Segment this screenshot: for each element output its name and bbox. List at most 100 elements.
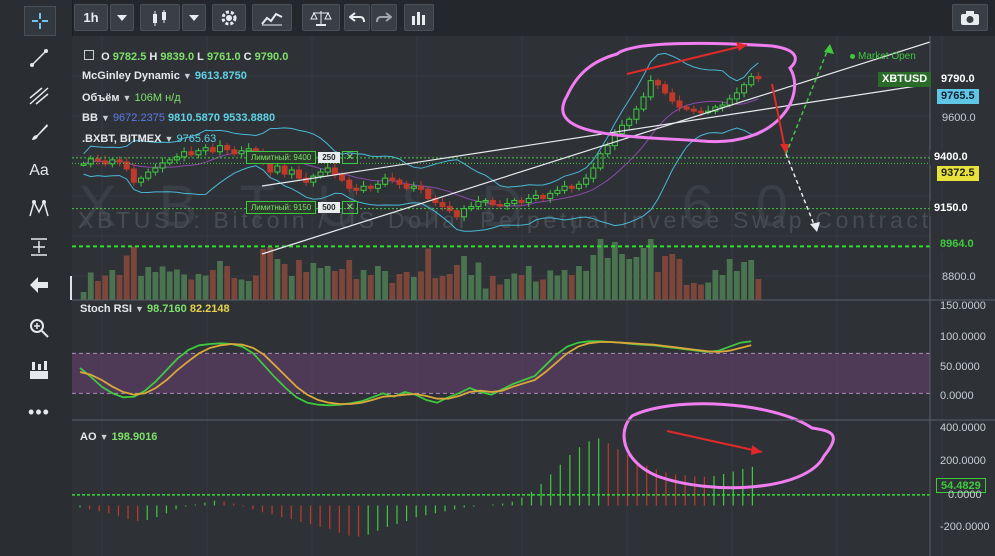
undo-button[interactable] (344, 4, 370, 31)
mcginley-legend[interactable]: McGinley Dynamic ▼ 9613.8750 (82, 70, 247, 82)
candle-body (489, 199, 496, 206)
market-status: Market Open (850, 51, 916, 62)
candle-body (152, 167, 159, 173)
interval-button[interactable]: 1h (74, 4, 108, 31)
order-cancel-1-icon[interactable]: ✕ (341, 150, 358, 164)
candle-body (130, 168, 137, 183)
volume-bar (152, 272, 159, 300)
ao-tick: 400.0000 (940, 422, 986, 434)
volume-bar (511, 273, 518, 300)
volume-bar (712, 270, 719, 300)
order-cancel-2-icon[interactable]: ✕ (341, 200, 358, 214)
stoch-legend[interactable]: Stoch RSI ▼ 98.7160 82.2148 (80, 303, 230, 315)
chart-type-dropdown[interactable] (182, 4, 206, 31)
brush-tool[interactable] (24, 118, 54, 146)
bxbt-legend[interactable]: .BXBT, BITMEX ▼ 9765.63 (82, 133, 216, 145)
volume-legend[interactable]: Объём ▼ 106M н/д (82, 92, 181, 104)
candle-body (590, 167, 597, 179)
volume-bar (274, 259, 281, 300)
candle-body (145, 171, 152, 179)
candle-body (231, 149, 238, 155)
candle-body (382, 177, 389, 185)
redo-icon (376, 11, 392, 22)
volume-bar (676, 259, 683, 300)
volume-bar (396, 274, 403, 300)
candle-body (425, 188, 432, 199)
ao-legend[interactable]: AO ▼ 198.9016 (80, 431, 157, 443)
price-tick: 9600.0 (942, 112, 976, 124)
volume-bar (454, 265, 460, 300)
top-toolbar: 1h (0, 0, 995, 37)
text-tool[interactable]: Aa (24, 157, 54, 185)
candle-body (138, 177, 145, 183)
pitchfork-tool[interactable] (24, 82, 54, 110)
volume-bar (130, 246, 137, 300)
volume-bar (109, 270, 116, 300)
bxbt-price-label: 9765.5 (937, 89, 979, 104)
volume-bar (633, 257, 640, 300)
ruler-tool[interactable] (24, 356, 54, 384)
volume-bar (217, 261, 223, 300)
volume-bar (561, 270, 568, 300)
volume-bar (554, 275, 561, 300)
back-tool[interactable] (24, 271, 54, 299)
measure-tool[interactable] (24, 233, 54, 261)
volume-bar (655, 272, 661, 300)
order-widget-1[interactable]: Лимитный: 9400 250 ✕ (246, 149, 358, 165)
candle-body (726, 98, 733, 106)
chevron-down-icon (117, 14, 127, 21)
interval-label: 1h (83, 10, 99, 25)
candle-body (80, 163, 87, 166)
candle-body (511, 199, 518, 205)
candle-body (331, 167, 338, 175)
candle-body (166, 159, 173, 164)
order-label-1: Лимитный: 9400 (246, 150, 317, 164)
redo-button[interactable] (371, 4, 397, 31)
volume-bar (209, 270, 216, 300)
candle-body (439, 202, 446, 208)
candle-body (741, 84, 748, 94)
candle-body (561, 185, 568, 191)
volume-bar (95, 281, 101, 300)
candle-body (188, 151, 195, 156)
order-widget-2[interactable]: Лимитный: 9150 500 ✕ (246, 199, 358, 215)
arrow-left-icon (30, 277, 48, 293)
compare-button[interactable] (302, 4, 340, 31)
more-tools-button[interactable]: ••• (24, 398, 54, 426)
volume-bar (382, 271, 388, 300)
candle-body (209, 147, 216, 153)
candle-body (116, 159, 123, 163)
volume-bar (181, 274, 187, 300)
candle-body (324, 167, 331, 173)
chart-type-button[interactable] (140, 4, 180, 31)
candle-body (482, 199, 489, 203)
interval-dropdown[interactable] (110, 4, 134, 31)
volume-bar (339, 269, 345, 300)
volume-bar (346, 260, 353, 300)
candles-icon (153, 9, 166, 26)
crosshair-tool[interactable] (24, 6, 56, 36)
trend-line-tool[interactable] (24, 44, 54, 72)
order-qty-2[interactable]: 500 (318, 201, 340, 213)
bb-legend[interactable]: BB ▼ 9672.2375 9810.5870 9533.8880 (82, 112, 275, 124)
volume-bar (188, 279, 195, 300)
pattern-tool[interactable] (24, 194, 54, 222)
volume-bar (525, 266, 532, 300)
candle-body (496, 204, 503, 207)
snapshot-button[interactable] (952, 4, 988, 31)
volume-bar (497, 284, 503, 300)
fullscreen-bars-button[interactable] (404, 4, 434, 31)
candle-body (288, 169, 295, 175)
indicators-button[interactable] (252, 4, 292, 31)
candle-body (173, 156, 180, 161)
candle-body (281, 165, 288, 175)
candle-body (310, 175, 317, 183)
volume-bar (446, 274, 453, 300)
zoom-tool[interactable] (24, 314, 54, 342)
order-label-2: Лимитный: 9150 (246, 200, 317, 214)
volume-bar (202, 275, 209, 300)
order-qty-1[interactable]: 250 (318, 151, 340, 163)
legend-toggle-icon[interactable] (84, 50, 94, 60)
ruler-icon (30, 361, 48, 379)
settings-button[interactable] (212, 4, 246, 31)
